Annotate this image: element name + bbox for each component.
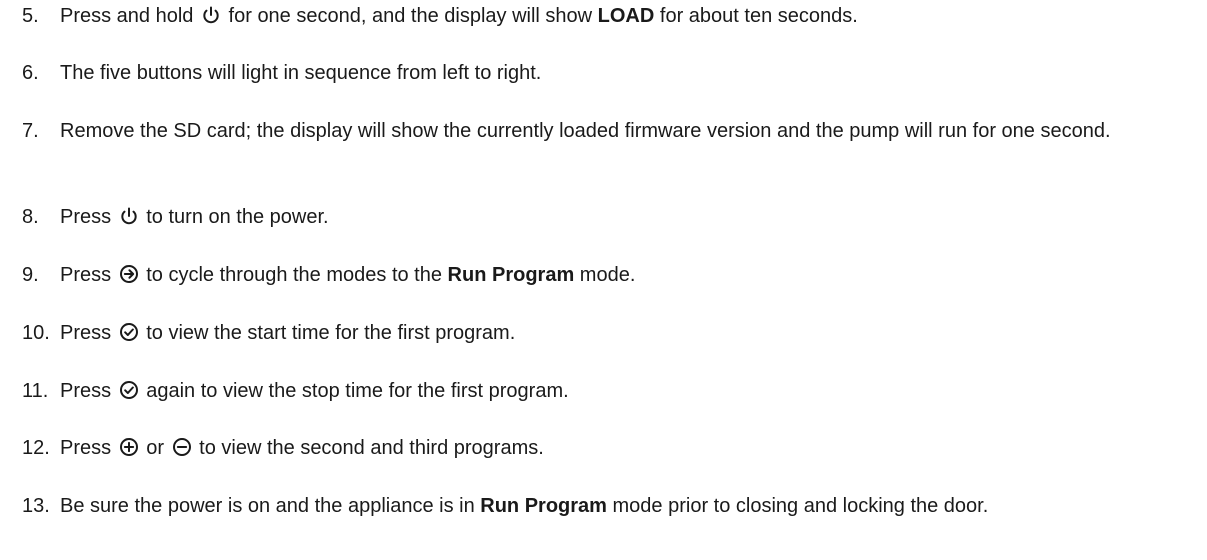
step-number: 9. — [22, 264, 39, 286]
arrow-circle-right-icon — [119, 264, 139, 284]
text-segment: to view the second and third programs. — [193, 437, 544, 459]
step-number: 8. — [22, 206, 39, 228]
step-text: Press to turn on the power. — [60, 203, 1207, 231]
step-text: Remove the SD card; the display will sho… — [60, 117, 1207, 145]
text-segment: Press — [60, 380, 117, 402]
step-text: Press or to view the second and third pr… — [60, 434, 1207, 462]
step-number: 5. — [22, 5, 39, 27]
display-text-load: LOAD — [597, 5, 655, 27]
text-segment: Press — [60, 322, 117, 344]
power-icon — [119, 206, 139, 226]
minus-circle-icon — [172, 437, 192, 457]
text-segment: to view the start time for the first pro… — [140, 322, 516, 344]
text-segment: again to view the stop time for the firs… — [140, 380, 569, 402]
step-number: 13. — [22, 495, 50, 517]
check-circle-icon — [119, 322, 139, 342]
text-segment: Press and hold — [60, 5, 199, 27]
text-segment: for one second, and the display will sho… — [222, 5, 598, 27]
text-segment: Remove the SD card; the display will sho… — [60, 120, 1111, 142]
step-number: 7. — [22, 120, 39, 142]
step-text: Press to cycle through the modes to the … — [60, 261, 1207, 289]
power-icon — [201, 5, 221, 25]
step-text: Press to view the start time for the fir… — [60, 319, 1207, 347]
text-segment: mode. — [574, 264, 636, 286]
text-segment: for about ten seconds. — [654, 5, 858, 27]
step-number: 12. — [22, 437, 50, 459]
text-segment: or — [140, 437, 170, 459]
text-segment: to turn on the power. — [140, 206, 329, 228]
plus-circle-icon — [119, 437, 139, 457]
step-text: Press and hold for one second, and the d… — [60, 2, 1207, 30]
mode-name-run-program: Run Program — [447, 264, 575, 286]
step-text: Press again to view the stop time for th… — [60, 377, 1207, 405]
step-number: 11. — [22, 380, 49, 402]
text-segment: to cycle through the modes to the — [140, 264, 448, 286]
text-segment: Press — [60, 206, 117, 228]
text-segment: Press — [60, 437, 117, 459]
text-segment: The five buttons will light in sequence … — [60, 62, 542, 84]
step-number: 10. — [22, 322, 50, 344]
mode-name-run-program: Run Program — [480, 495, 607, 517]
step-text: Be sure the power is on and the applianc… — [60, 492, 1207, 520]
step-number: 6. — [22, 62, 39, 84]
step-text: The five buttons will light in sequence … — [60, 59, 1207, 87]
check-circle-icon — [119, 380, 139, 400]
text-segment: Be sure the power is on and the applianc… — [60, 495, 481, 517]
text-segment: mode prior to closing and locking the do… — [606, 495, 989, 517]
text-segment: Press — [60, 264, 117, 286]
